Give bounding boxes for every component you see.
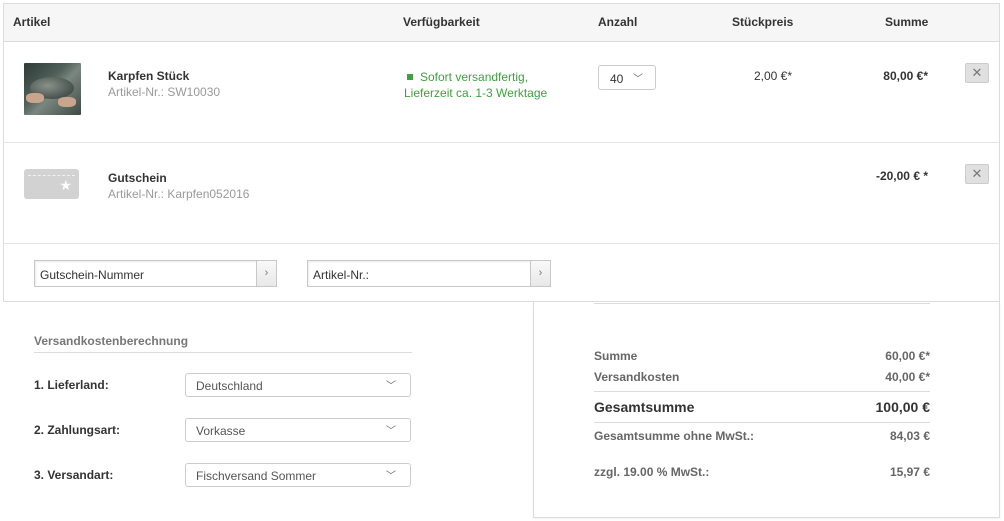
- article-placeholder: Artikel-Nr.:: [313, 268, 370, 282]
- payment-value: Vorkasse: [196, 424, 246, 438]
- grand-total-label: Gesamtsumme: [594, 399, 695, 415]
- chevron-down-icon: ﹀: [386, 471, 396, 482]
- cart-table-header: Artikel Verfügbarkeit Anzahl Stückpreis …: [4, 4, 999, 42]
- quantity-select[interactable]: 40 ﹀: [598, 65, 656, 90]
- item-name: Gutschein: [108, 171, 167, 185]
- country-label: 1. Lieferland:: [34, 378, 109, 392]
- country-value: Deutschland: [196, 379, 263, 393]
- header-quantity: Anzahl: [598, 15, 638, 29]
- shipping-cost-label: Versandkosten: [594, 370, 680, 384]
- cart-table: Artikel Verfügbarkeit Anzahl Stückpreis …: [3, 3, 1000, 302]
- header-availability: Verfügbarkeit: [403, 15, 480, 29]
- item-sum: 80,00 €*: [883, 69, 928, 83]
- tax-value: 15,97 €: [889, 465, 930, 479]
- item-sum: -20,00 € *: [875, 169, 928, 183]
- shipping-method-value: Fischversand Sommer: [196, 469, 317, 483]
- grand-total-value: 100,00 €: [875, 399, 931, 415]
- chevron-down-icon: ﹀: [386, 381, 396, 392]
- payment-label: 2. Zahlungsart:: [34, 423, 121, 437]
- divider: [34, 352, 412, 353]
- subtotal-label: Summe: [594, 349, 638, 363]
- header-sum: Summe: [885, 15, 929, 29]
- cart-item-voucher: ★ Gutschein Artikel-Nr.: Karpfen052016 -…: [4, 143, 999, 244]
- shipping-method-label: 3. Versandart:: [34, 468, 114, 482]
- remove-item-button[interactable]: ✕: [965, 63, 989, 83]
- article-number-input[interactable]: Artikel-Nr.: ›: [307, 260, 551, 287]
- item-article-number: Artikel-Nr.: Karpfen052016: [108, 187, 250, 201]
- shipping-method-select[interactable]: Fischversand Sommer ﹀: [185, 463, 411, 487]
- subtotal-value: 60,00 €*: [885, 349, 930, 363]
- divider: [594, 422, 930, 423]
- tax-label: zzgl. 19.00 % MwSt.:: [594, 465, 710, 479]
- header-article: Artikel: [13, 15, 51, 29]
- payment-select[interactable]: Vorkasse ﹀: [185, 418, 411, 442]
- chevron-down-icon: ﹀: [386, 426, 396, 437]
- chevron-right-icon[interactable]: ›: [256, 261, 276, 286]
- unit-price: 2,00 €*: [753, 69, 792, 83]
- remove-voucher-button[interactable]: ✕: [965, 164, 989, 184]
- product-image[interactable]: [24, 63, 81, 115]
- divider: [594, 391, 930, 392]
- voucher-code-input[interactable]: Gutschein-Nummer ›: [34, 260, 277, 287]
- voucher-star-icon: ★: [24, 169, 79, 199]
- header-unit-price: Stückpreis: [732, 15, 794, 29]
- item-name[interactable]: Karpfen Stück: [108, 69, 189, 83]
- divider: [594, 303, 930, 304]
- item-article-number: Artikel-Nr.: SW10030: [108, 85, 221, 99]
- net-total-value: 84,03 €: [889, 429, 930, 443]
- chevron-right-icon[interactable]: ›: [530, 261, 550, 286]
- availability-dot-icon: [407, 74, 413, 81]
- availability-status: Sofort versandfertig, Lieferzeit ca. 1-3…: [404, 70, 548, 100]
- net-total-label: Gesamtsumme ohne MwSt.:: [594, 429, 755, 443]
- cart-item-carp: Karpfen Stück Artikel-Nr.: SW10030 Sofor…: [4, 42, 999, 143]
- shipping-calc-title: Versandkostenberechnung: [34, 334, 189, 348]
- country-select[interactable]: Deutschland ﹀: [185, 373, 411, 397]
- shipping-cost-value: 40,00 €*: [885, 370, 930, 384]
- quantity-value: 40: [610, 72, 624, 86]
- chevron-down-icon: ﹀: [633, 74, 643, 85]
- voucher-placeholder: Gutschein-Nummer: [40, 268, 145, 282]
